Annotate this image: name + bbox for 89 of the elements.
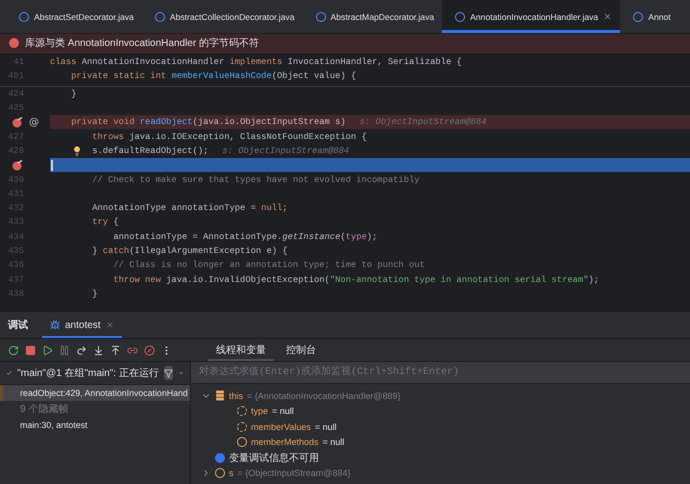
code-token: (IllegalArgumentException e) { bbox=[129, 246, 288, 256]
step-over-icon[interactable] bbox=[76, 344, 87, 356]
debug-icon bbox=[50, 320, 60, 330]
class-icon bbox=[633, 12, 644, 22]
code-token: null bbox=[261, 203, 282, 214]
text-caret bbox=[51, 160, 52, 171]
stack-frame[interactable]: main:30, antotest bbox=[0, 417, 190, 433]
breakpoint-icon[interactable] bbox=[12, 160, 23, 171]
code-token: annotationType = AnnotationType. bbox=[113, 232, 282, 242]
field-icon bbox=[237, 422, 247, 432]
variable-value: = {ObjectInputStream@884} bbox=[238, 468, 350, 478]
code-token: InvocationHandler, Serializable { bbox=[288, 57, 462, 68]
variable-value: = null bbox=[314, 422, 337, 432]
code-token: memberValueHashCode bbox=[171, 71, 272, 82]
editor-tab[interactable]: AbstractCollectionDecorator.java bbox=[142, 0, 303, 33]
code-token: } bbox=[71, 88, 76, 99]
lightbulb-icon[interactable] bbox=[72, 146, 82, 156]
variable-name: memberMethods bbox=[251, 437, 319, 448]
view-tab[interactable]: 线程和变量 bbox=[208, 339, 274, 361]
object-icon bbox=[215, 390, 225, 402]
code-token: ; bbox=[282, 203, 288, 214]
code-token: throws bbox=[92, 132, 125, 142]
code-token: try bbox=[92, 217, 110, 228]
panel-title: 调试 bbox=[8, 318, 28, 332]
code-token: (java.io.ObjectInputStream s) bbox=[192, 117, 346, 128]
editor-tab[interactable]: AbstractSetDecorator.java bbox=[6, 0, 142, 33]
code-token: "Non-annotation type in annotation serial stream" bbox=[330, 274, 588, 285]
code-token: catch bbox=[102, 246, 130, 256]
info-icon bbox=[215, 452, 225, 463]
pause-icon[interactable] bbox=[59, 344, 70, 356]
banner-message: 库源与类 AnnotationInvocationHandler 的字节码不符 bbox=[25, 36, 259, 50]
code-token: ); bbox=[366, 232, 378, 242]
class-icon bbox=[19, 12, 29, 22]
code-token: ( bbox=[340, 232, 346, 242]
code-token: java.io.InvalidObjectException( bbox=[166, 274, 330, 285]
info-message: 变量调试信息不可用 bbox=[229, 452, 319, 465]
filter-button[interactable] bbox=[164, 366, 173, 380]
view-tab[interactable]: 控制台 bbox=[278, 339, 324, 361]
field-icon bbox=[237, 437, 247, 448]
close-icon[interactable] bbox=[106, 321, 114, 329]
variable-name: s bbox=[229, 468, 234, 478]
inline-value-hint: s: ObjectInputStream@884 bbox=[360, 117, 486, 128]
code-token: AnnotationType annotationType = bbox=[92, 203, 257, 214]
code-token: readObject bbox=[140, 117, 193, 128]
error-icon bbox=[9, 38, 19, 48]
code-token: private void bbox=[71, 117, 136, 128]
editor-tab[interactable]: AbstractMapDecorator.java bbox=[302, 0, 442, 33]
code-token: ); bbox=[588, 274, 600, 285]
mute-breakpoints-icon[interactable] bbox=[144, 344, 155, 356]
rerun-icon[interactable] bbox=[8, 344, 19, 356]
code-token: throw new bbox=[113, 274, 162, 285]
field-icon bbox=[215, 468, 225, 478]
code-token: implements bbox=[230, 57, 284, 68]
stack-frame[interactable]: readObject:429, AnnotationInvocationHand bbox=[0, 385, 190, 401]
code-token: AnnotationInvocationHandler bbox=[82, 57, 226, 68]
code-token: // Class is no longer an annotation type; time to punch out bbox=[113, 260, 425, 270]
code-token: } bbox=[92, 246, 99, 256]
code-token: s.defaultReadObject(); bbox=[92, 146, 208, 156]
code-token: (Object value) { bbox=[272, 71, 356, 82]
variable-value: = null bbox=[272, 406, 294, 416]
code-token: getInstance bbox=[282, 232, 340, 242]
code-token: java.io.IOException, ClassNotFoundException { bbox=[129, 132, 367, 142]
field-icon bbox=[237, 406, 247, 416]
code-token: type bbox=[346, 232, 367, 242]
variable-value: = null bbox=[322, 437, 344, 448]
code-token: { bbox=[113, 217, 119, 228]
breakpoint-icon[interactable] bbox=[12, 116, 23, 128]
code-token: // Check to make sure that types have not evolved incompatibly bbox=[92, 174, 420, 185]
override-mark[interactable]: @ bbox=[29, 116, 39, 128]
resume-icon[interactable] bbox=[42, 344, 53, 356]
inline-value-hint: s: ObjectInputStream@884 bbox=[222, 146, 350, 156]
code-token: private static int bbox=[71, 71, 168, 82]
step-out-icon[interactable] bbox=[110, 344, 121, 356]
close-icon[interactable] bbox=[603, 12, 612, 21]
class-icon bbox=[154, 12, 165, 22]
class-icon bbox=[455, 12, 466, 22]
variable-value: = {AnnotationInvocationHandler@889} bbox=[247, 390, 401, 401]
code-token: class bbox=[50, 57, 78, 68]
variable-name: type bbox=[251, 406, 268, 416]
editor-tab[interactable]: AnnotationInvocationHandler.java bbox=[442, 0, 620, 33]
variable-name: this bbox=[229, 390, 244, 401]
code-token: } bbox=[92, 288, 98, 299]
editor-tab[interactable]: Annot bbox=[620, 0, 679, 33]
stop-icon[interactable] bbox=[25, 344, 36, 356]
variable-name: memberValues bbox=[251, 422, 311, 432]
evaluate-field[interactable]: 对表达式求值(Enter)或添加监视(Ctrl+Shift+Enter) bbox=[191, 362, 690, 384]
class-icon bbox=[316, 12, 326, 22]
session-tab[interactable]: antotest bbox=[42, 312, 122, 338]
step-into-icon[interactable] bbox=[93, 344, 104, 356]
